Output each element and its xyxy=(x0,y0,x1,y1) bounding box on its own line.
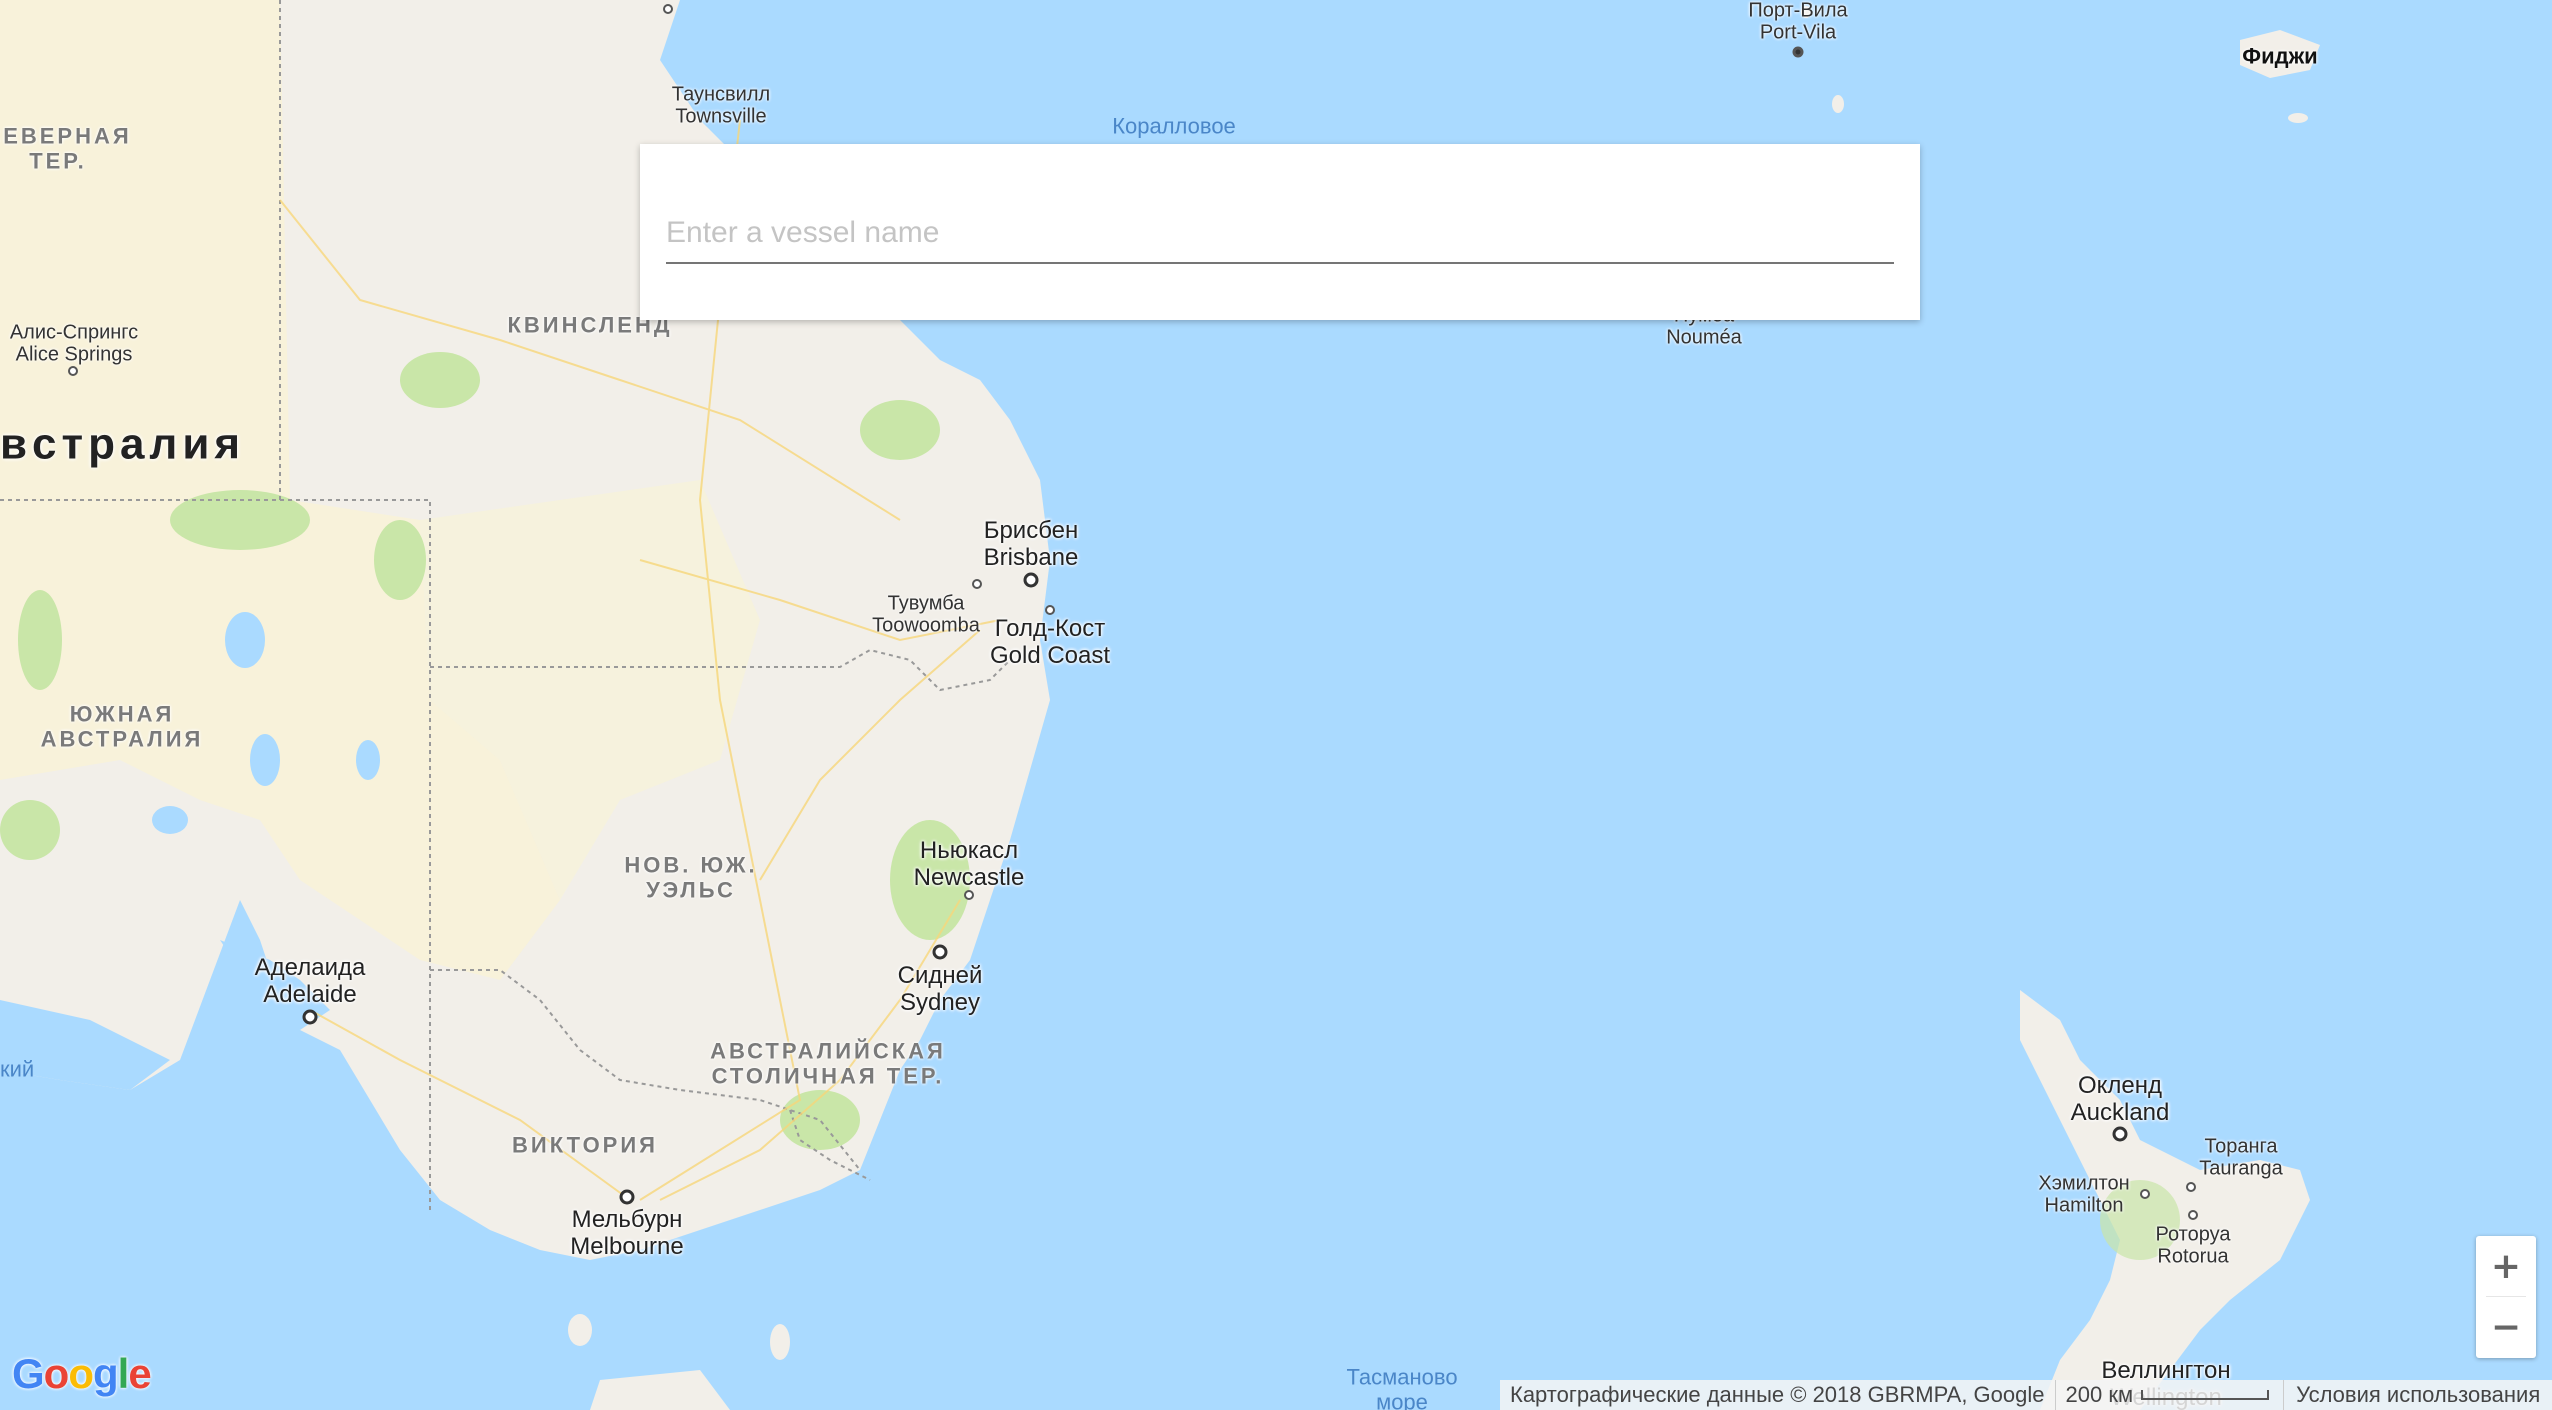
logo-letter: o xyxy=(43,1350,70,1397)
zoom-out-button[interactable]: − xyxy=(2476,1297,2536,1357)
city-hamilton: Хэмилтон Hamilton xyxy=(2038,1172,2130,1217)
logo-letter: G xyxy=(12,1350,45,1397)
logo-letter: g xyxy=(92,1350,119,1397)
logo-letter: e xyxy=(128,1350,151,1397)
region-nsw: НОВ. ЮЖ. УЭЛЬС xyxy=(624,852,758,902)
city-marker xyxy=(972,579,982,589)
city-marker xyxy=(302,1009,318,1025)
city-port-vila: Порт-Вила Port-Vila xyxy=(1748,0,1848,44)
city-marker xyxy=(663,4,673,14)
country-australia-label: вcтралия xyxy=(0,419,246,469)
zoom-in-button[interactable]: + xyxy=(2476,1236,2536,1296)
city-sydney: Сидней Sydney xyxy=(897,962,983,1016)
vessel-search-card xyxy=(640,144,1920,320)
region-south-australia: ЮЖНАЯ АВСТРАЛИЯ xyxy=(40,701,204,751)
city-alice-springs: Алис-Спрингс Alice Springs xyxy=(9,321,139,366)
city-townsville: Таунсвилл Townsville xyxy=(671,83,771,128)
city-adelaide: Аделаида Adelaide xyxy=(254,954,366,1008)
zoom-control: + − xyxy=(2476,1236,2536,1358)
city-marker xyxy=(1045,605,1055,615)
water-tasman-sea: Тасманово море xyxy=(1346,1364,1458,1410)
scale-label: 200 км xyxy=(2065,1382,2134,1407)
water-spencer-gulf: кий xyxy=(0,1056,35,1082)
region-act: АВСТРАЛИЙСКАЯ СТОЛИЧНАЯ ТЕР. xyxy=(710,1038,946,1088)
city-melbourne: Мельбурн Melbourne xyxy=(570,1206,684,1260)
city-marker xyxy=(2112,1126,2128,1142)
city-toowoomba: Тувумба Toowoomba xyxy=(872,592,980,637)
vessel-search-input[interactable] xyxy=(666,204,1894,264)
city-tauranga: Торанга Tauranga xyxy=(2199,1135,2283,1180)
city-marker xyxy=(2140,1189,2150,1199)
logo-letter: l xyxy=(117,1350,130,1397)
city-brisbane: Брисбен Brisbane xyxy=(983,517,1079,571)
capital-marker xyxy=(1792,46,1804,58)
logo-letter: o xyxy=(68,1350,94,1397)
city-marker xyxy=(1023,572,1039,588)
terms-of-use-link[interactable]: Условия использования xyxy=(2284,1382,2540,1408)
city-marker xyxy=(2186,1182,2196,1192)
city-gold-coast: Голд-Кост Gold Coast xyxy=(989,615,1111,669)
city-marker xyxy=(619,1189,635,1205)
region-northern-territory: СЕВЕРНАЯ ТЕР. xyxy=(0,123,132,173)
city-marker xyxy=(2188,1210,2198,1220)
city-marker xyxy=(964,890,974,900)
city-rotorua: Роторуа Rotorua xyxy=(2155,1223,2231,1268)
city-marker xyxy=(932,944,948,960)
google-logo[interactable]: Google xyxy=(12,1350,152,1398)
map-data-attribution: Картографические данные © 2018 GBRMPA, G… xyxy=(1510,1382,2045,1407)
city-marker xyxy=(68,366,78,376)
country-fiji-label: Фиджи xyxy=(2242,43,2318,69)
map-footer: Картографические данные © 2018 GBRMPA, G… xyxy=(1500,1380,2552,1410)
city-newcastle: Ньюкасл Newcastle xyxy=(913,837,1025,891)
scale-control[interactable]: 200 км xyxy=(2054,1380,2285,1410)
water-coral-sea: Коралловое xyxy=(1112,113,1236,139)
region-victoria: ВИКТОРИЯ xyxy=(512,1132,658,1158)
city-auckland: Окленд Auckland xyxy=(2070,1072,2170,1126)
scale-bar xyxy=(2141,1390,2270,1400)
